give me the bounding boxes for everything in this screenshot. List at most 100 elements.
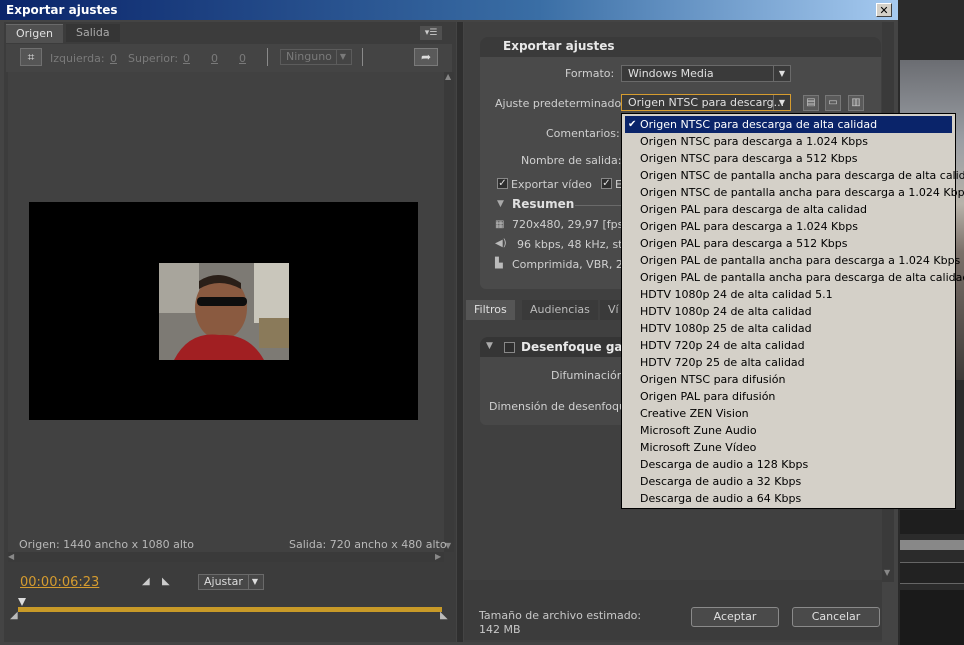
preset-option-label: Origen NTSC para descarga a 1.024 Kbps — [640, 135, 868, 148]
preset-option-label: Origen PAL de pantalla ancha para descar… — [640, 254, 961, 267]
scroll-left-icon[interactable]: ◀ — [8, 552, 14, 561]
source-dimensions: Origen: 1440 ancho x 1080 alto — [19, 538, 194, 551]
format-select[interactable]: Windows Media ▼ — [621, 65, 791, 82]
preset-option[interactable]: HDTV 1080p 25 de alta calidad — [625, 320, 952, 337]
in-point-marker-icon[interactable]: ◢ — [10, 610, 18, 621]
timecode[interactable]: 00:00:06:23 — [20, 575, 99, 590]
preset-option[interactable]: HDTV 1080p 24 de alta calidad — [625, 303, 952, 320]
export-video-checkbox[interactable]: ✓ — [497, 178, 508, 189]
background-strip — [900, 540, 964, 550]
preset-option-label: Origen NTSC para descarga de alta calida… — [640, 118, 878, 131]
preset-option[interactable]: Origen PAL para difusión — [625, 388, 952, 405]
out-point-marker-icon[interactable]: ◣ — [440, 610, 448, 621]
preset-option[interactable]: Origen NTSC de pantalla ancha para desca… — [625, 184, 964, 201]
crop-top-label: Superior: — [128, 52, 179, 65]
summary-audio: 96 kbps, 48 kHz, ster — [517, 238, 634, 251]
timeline-range[interactable] — [18, 607, 442, 612]
preset-option[interactable]: HDTV 1080p 24 de alta calidad 5.1 — [625, 286, 952, 303]
background-strip — [900, 590, 964, 645]
preset-option[interactable]: Origen PAL para descarga a 1.024 Kbps — [625, 218, 952, 235]
scroll-up-icon[interactable]: ▲ — [445, 72, 451, 81]
preset-option-label: HDTV 1080p 24 de alta calidad — [640, 305, 812, 318]
swap-arrow-icon[interactable]: ➦ — [414, 48, 438, 66]
preset-option[interactable]: Descarga de audio a 64 Kbps — [625, 490, 952, 507]
preset-option[interactable]: Creative ZEN Vision — [625, 405, 952, 422]
export-video-label: Exportar vídeo — [511, 178, 592, 191]
crop-right-value[interactable]: 0 — [211, 52, 218, 65]
output-name-label: Nombre de salida: — [521, 154, 622, 167]
preset-option-label: HDTV 1080p 24 de alta calidad 5.1 — [640, 288, 833, 301]
preset-option[interactable]: Origen NTSC de pantalla ancha para desca… — [625, 167, 964, 184]
crop-left-value[interactable]: 0 — [110, 52, 117, 65]
set-in-point-icon[interactable]: ◢ — [142, 576, 150, 587]
toolbar-divider — [267, 48, 268, 66]
crop-icon[interactable]: ⌗ — [20, 48, 42, 66]
panel-divider[interactable] — [457, 22, 463, 642]
preset-option[interactable]: HDTV 720p 25 de alta calidad — [625, 354, 952, 371]
preset-option-label: Origen NTSC de pantalla ancha para desca… — [640, 169, 964, 182]
tab-audiencias[interactable]: Audiencias — [522, 300, 598, 320]
crop-top-value[interactable]: 0 — [183, 52, 190, 65]
save-preset-icon[interactable]: ▤ — [803, 95, 819, 111]
preset-option-label: Origen PAL de pantalla ancha para descar… — [640, 271, 964, 284]
title-bar[interactable] — [0, 0, 898, 20]
preset-option[interactable]: Microsoft Zune Audio — [625, 422, 952, 439]
blur-amount-label: Difuminación: — [551, 369, 628, 382]
tab-salida[interactable]: Salida — [66, 24, 120, 42]
preset-option[interactable]: Origen NTSC para descarga a 512 Kbps — [625, 150, 952, 167]
preset-option[interactable]: Descarga de audio a 32 Kbps — [625, 473, 952, 490]
preset-option-label: Descarga de audio a 32 Kbps — [640, 475, 802, 488]
tab-origen[interactable]: Origen — [6, 24, 63, 43]
collapse-triangle-icon[interactable]: ▼ — [497, 199, 504, 209]
video-summary-icon: ▦ — [495, 219, 505, 230]
preset-option[interactable]: Origen PAL de pantalla ancha para descar… — [625, 252, 960, 269]
scroll-right-icon[interactable]: ▶ — [435, 552, 441, 561]
preset-option[interactable]: Origen NTSC para difusión — [625, 371, 952, 388]
preset-select[interactable]: Origen NTSC para descarg... ▼ — [621, 94, 791, 111]
horizontal-scrollbar[interactable]: ◀ ▶ — [8, 552, 444, 562]
settings-title: Exportar ajustes — [503, 39, 615, 53]
cancel-button[interactable]: Cancelar — [792, 607, 880, 627]
preset-value: Origen NTSC para descarg... — [628, 96, 785, 109]
preset-option[interactable]: Origen PAL para descarga a 512 Kbps — [625, 235, 952, 252]
preset-option[interactable]: Origen NTSC para descarga a 1.024 Kbps — [625, 133, 952, 150]
tab-filtros[interactable]: Filtros — [466, 300, 515, 320]
close-button[interactable]: ✕ — [876, 3, 892, 17]
preset-option-label: Creative ZEN Vision — [640, 407, 749, 420]
toolbar-divider — [362, 48, 363, 66]
zoom-select[interactable]: Ajustar ▼ — [198, 574, 264, 590]
export-audio-checkbox[interactable]: ✓ — [601, 178, 612, 189]
crop-ratio-value: Ninguno — [286, 50, 332, 63]
crop-ratio-select[interactable]: Ninguno ▼ — [280, 49, 352, 65]
preset-option[interactable]: Origen PAL para descarga de alta calidad — [625, 201, 952, 218]
summary-heading: Resumen — [512, 197, 575, 211]
preset-dropdown-list: ✔ Origen NTSC para descarga de alta calid… — [621, 113, 964, 509]
scroll-down-icon[interactable]: ▼ — [884, 568, 890, 577]
preset-option-label: Microsoft Zune Vídeo — [640, 441, 757, 454]
file-size-value: 142 MB — [479, 623, 521, 636]
format-label: Formato: — [565, 67, 615, 80]
accept-button[interactable]: Aceptar — [691, 607, 779, 627]
summary-video: 720x480, 29,97 [fps] — [512, 218, 628, 231]
preset-option-label: Origen NTSC para descarga a 512 Kbps — [640, 152, 858, 165]
preset-option-label: Origen NTSC para difusión — [640, 373, 786, 386]
vertical-scrollbar[interactable]: ▲ ▼ — [444, 72, 454, 552]
collapse-triangle-icon[interactable]: ▼ — [486, 341, 493, 351]
preset-option[interactable]: Origen PAL de pantalla ancha para descar… — [625, 269, 964, 286]
preset-option[interactable]: HDTV 720p 24 de alta calidad — [625, 337, 952, 354]
preset-option-label: Origen PAL para difusión — [640, 390, 776, 403]
preset-option[interactable]: ✔ Origen NTSC para descarga de alta calid… — [625, 116, 952, 133]
preset-option-label: HDTV 720p 25 de alta calidad — [640, 356, 805, 369]
panel-menu-icon[interactable]: ▾☰ — [420, 26, 442, 40]
import-preset-icon[interactable]: ▭ — [825, 95, 841, 111]
checkmark-icon: ✔ — [628, 119, 637, 130]
zoom-value: Ajustar — [204, 575, 243, 588]
video-frame-image — [159, 263, 289, 360]
delete-preset-icon[interactable]: ▥ — [848, 95, 864, 111]
preset-option-label: HDTV 1080p 25 de alta calidad — [640, 322, 812, 335]
blur-enable-checkbox[interactable] — [504, 342, 515, 353]
preset-option[interactable]: Descarga de audio a 128 Kbps — [625, 456, 952, 473]
set-out-point-icon[interactable]: ◣ — [162, 576, 170, 587]
crop-bottom-value[interactable]: 0 — [239, 52, 246, 65]
preset-option[interactable]: Microsoft Zune Vídeo — [625, 439, 952, 456]
